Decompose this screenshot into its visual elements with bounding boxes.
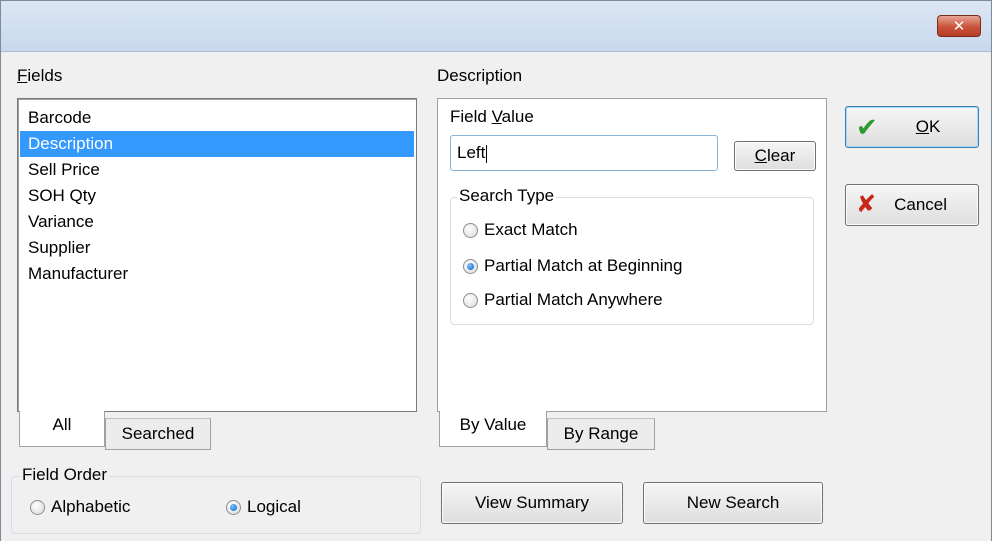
radio-logical[interactable]: Logical (226, 497, 301, 517)
clear-button[interactable]: Clear (734, 141, 816, 171)
field-order-group: Field Order Alphabetic Logical (11, 465, 421, 534)
cancel-label: Cancel (894, 195, 948, 214)
tab-all[interactable]: All (19, 411, 105, 447)
search-type-group: Search Type Exact Match Partial Match at… (450, 186, 814, 325)
radio-label: Partial Match at Beginning (484, 256, 683, 275)
radio-button[interactable] (30, 499, 45, 515)
fields-label: Fields (17, 66, 63, 85)
field-value-label: Field Value (450, 107, 534, 126)
list-item[interactable]: Sell Price (20, 157, 414, 183)
view-summary-label: View Summary (475, 493, 589, 512)
view-summary-button[interactable]: View Summary (441, 482, 623, 524)
field-value-input[interactable]: Left (450, 135, 718, 171)
list-item[interactable]: Supplier (20, 235, 414, 261)
dialog-content: Fields Barcode Description Sell Price SO… (1, 52, 991, 541)
tab-by-value[interactable]: By Value (439, 411, 547, 447)
checkmark-icon: ✔ (856, 112, 878, 142)
fields-listbox[interactable]: Barcode Description Sell Price SOH Qty V… (17, 98, 417, 412)
new-search-label: New Search (686, 493, 780, 512)
cancel-button[interactable]: ✘ Cancel (845, 184, 979, 226)
radio-partial-anywhere[interactable]: Partial Match Anywhere (463, 290, 663, 310)
radio-button[interactable] (226, 499, 241, 515)
field-value-text: Left (457, 143, 486, 162)
cancel-x-icon: ✘ (856, 191, 877, 218)
radio-label: Exact Match (484, 220, 578, 239)
new-search-button[interactable]: New Search (643, 482, 823, 524)
radio-label: Alphabetic (51, 497, 131, 516)
clear-label: Clear (754, 146, 796, 165)
tab-searched[interactable]: Searched (105, 418, 211, 450)
list-item[interactable]: Variance (20, 209, 414, 235)
description-title: Description (437, 66, 523, 85)
description-panel: Field Value Left Clear Search Type Exact… (437, 98, 827, 412)
radio-alphabetic[interactable]: Alphabetic (30, 497, 130, 517)
list-item[interactable]: Manufacturer (20, 261, 414, 287)
tab-by-range[interactable]: By Range (547, 418, 655, 450)
search-type-title: Search Type (457, 186, 557, 206)
radio-button[interactable] (463, 222, 478, 238)
radio-button[interactable] (463, 292, 478, 308)
list-item[interactable]: Barcode (20, 105, 414, 131)
close-icon: ✕ (952, 18, 966, 35)
radio-exact-match[interactable]: Exact Match (463, 220, 578, 240)
title-bar: ✕ (1, 1, 991, 52)
radio-label: Partial Match Anywhere (484, 290, 663, 309)
close-button[interactable]: ✕ (937, 15, 981, 37)
list-item[interactable]: SOH Qty (20, 183, 414, 209)
radio-label: Logical (247, 497, 301, 516)
list-item[interactable]: Description (20, 131, 414, 157)
ok-button[interactable]: ✔ OK (845, 106, 979, 148)
search-dialog: ✕ Fields Barcode Description Sell Price … (0, 0, 992, 541)
field-order-title: Field Order (20, 465, 110, 485)
radio-partial-beginning[interactable]: Partial Match at Beginning (463, 256, 682, 276)
radio-button[interactable] (463, 258, 478, 274)
ok-label: OK (915, 117, 941, 136)
